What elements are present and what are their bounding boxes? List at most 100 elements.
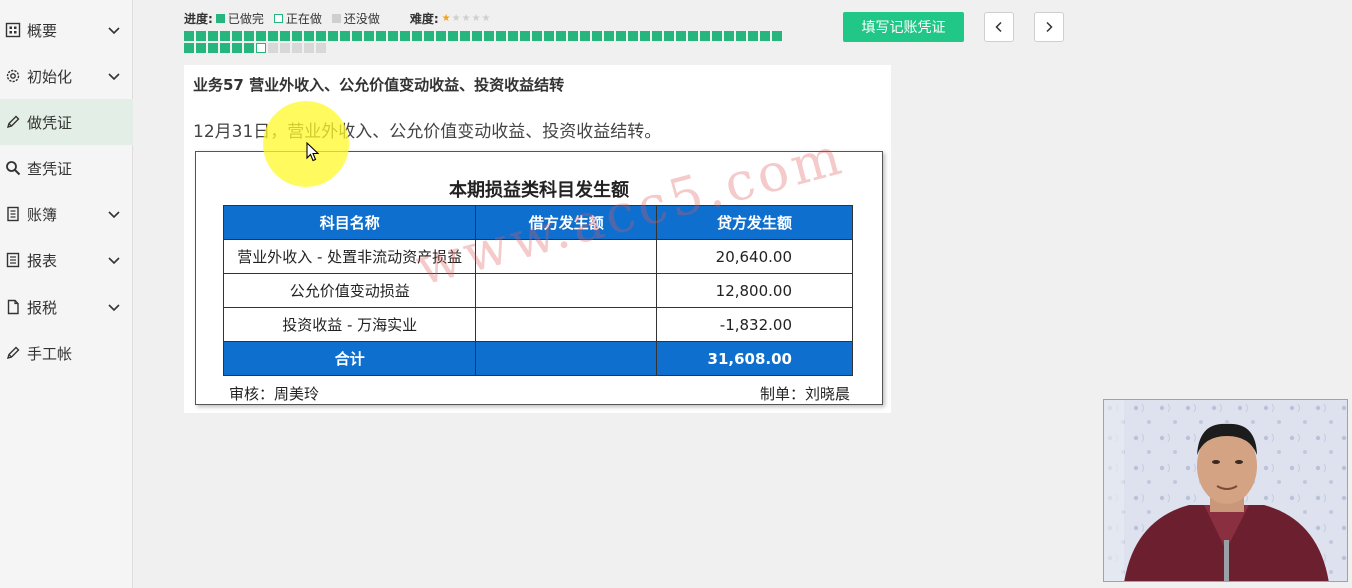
progress-cell-done[interactable] (568, 31, 578, 41)
progress-cell-todo[interactable] (268, 43, 278, 53)
reviewer-signature: 审核：周美玲 (229, 385, 320, 403)
task-card: 业务57 营业外收入、公允价值变动收益、投资收益结转 12月31日，营业外收入、… (184, 65, 891, 413)
difficulty-label: 难度: (409, 12, 439, 26)
progress-cell-done[interactable] (628, 31, 638, 41)
progress-cell-done[interactable] (400, 31, 410, 41)
progress-cell-done[interactable] (688, 31, 698, 41)
progress-cell-done[interactable] (292, 31, 302, 41)
progress-cell-done[interactable] (448, 31, 458, 41)
progress-cell-done[interactable] (496, 31, 506, 41)
progress-cell-done[interactable] (280, 31, 290, 41)
progress-cell-done[interactable] (436, 31, 446, 41)
progress-cell-done[interactable] (664, 31, 674, 41)
star-icon: ★ (471, 12, 481, 24)
progress-cell-done[interactable] (556, 31, 566, 41)
column-header: 科目名称 (222, 205, 477, 240)
progress-cell-done[interactable] (196, 31, 206, 41)
progress-cell-done[interactable] (652, 31, 662, 41)
progress-cell-done[interactable] (676, 31, 686, 41)
progress-cell-done[interactable] (412, 31, 422, 41)
progress-cell-done[interactable] (472, 31, 482, 41)
chevron-down-icon (108, 304, 120, 312)
sidebar-item-label: 报表 (27, 251, 58, 270)
credit-amount: 20,640.00 (656, 239, 853, 274)
progress-cell-done[interactable] (520, 31, 530, 41)
credit-amount: 12,800.00 (656, 273, 853, 308)
progress-cell-done[interactable] (460, 31, 470, 41)
ledger-table: 科目名称 借方发生额 贷方发生额 营业外收入 - 处置非流动资产损益 20,64… (222, 205, 853, 376)
task-title: 业务57 营业外收入、公允价值变动收益、投资收益结转 (193, 76, 565, 94)
progress-cell-done[interactable] (328, 31, 338, 41)
progress-cell-todo[interactable] (316, 43, 326, 53)
presenter-video-image (1104, 400, 1347, 581)
progress-cell-done[interactable] (268, 31, 278, 41)
progress-cell-done[interactable] (340, 31, 350, 41)
sidebar-item-ledger[interactable]: 账簿 (0, 191, 133, 237)
report-icon (5, 252, 21, 268)
grid-icon (5, 22, 21, 38)
progress-cell-done[interactable] (532, 31, 542, 41)
progress-cell-done[interactable] (184, 43, 194, 53)
sidebar-item-label: 初始化 (27, 67, 73, 86)
progress-cell-done[interactable] (736, 31, 746, 41)
progress-cell-done[interactable] (232, 31, 242, 41)
debit-amount (475, 307, 658, 342)
progress-cell-done[interactable] (772, 31, 782, 41)
progress-cell-done[interactable] (544, 31, 554, 41)
sidebar-item-make-voucher[interactable]: 做凭证 (0, 99, 133, 145)
progress-cell-done[interactable] (592, 31, 602, 41)
progress-cell-doing[interactable] (256, 43, 266, 53)
progress-cell-done[interactable] (232, 43, 242, 53)
progress-cell-done[interactable] (304, 31, 314, 41)
progress-cell-done[interactable] (424, 31, 434, 41)
progress-cell-done[interactable] (364, 31, 374, 41)
sidebar-item-overview[interactable]: 概要 (0, 7, 133, 53)
fill-voucher-button[interactable]: 填写记账凭证 (843, 12, 964, 42)
sidebar-item-init[interactable]: 初始化 (0, 53, 133, 99)
progress-cell-done[interactable] (484, 31, 494, 41)
progress-cell-done[interactable] (208, 43, 218, 53)
progress-cell-done[interactable] (712, 31, 722, 41)
progress-cell-done[interactable] (352, 31, 362, 41)
progress-cell-done[interactable] (244, 43, 254, 53)
progress-cell-done[interactable] (700, 31, 710, 41)
progress-cell-done[interactable] (640, 31, 650, 41)
progress-cell-done[interactable] (244, 31, 254, 41)
progress-cell-done[interactable] (724, 31, 734, 41)
progress-cell-todo[interactable] (304, 43, 314, 53)
progress-cell-done[interactable] (388, 31, 398, 41)
column-header: 借方发生额 (475, 205, 658, 240)
sidebar-item-query-voucher[interactable]: 查凭证 (0, 145, 133, 191)
progress-cell-done[interactable] (184, 31, 194, 41)
progress-cell-done[interactable] (220, 31, 230, 41)
progress-cell-todo[interactable] (280, 43, 290, 53)
star-icon: ★ (451, 12, 461, 24)
progress-cell-done[interactable] (316, 31, 326, 41)
progress-cell-todo[interactable] (292, 43, 302, 53)
task-description: 12月31日，营业外收入、公允价值变动收益、投资收益结转。 (193, 122, 662, 142)
total-debit (475, 341, 658, 376)
progress-cell-done[interactable] (604, 31, 614, 41)
progress-cell-done[interactable] (256, 31, 266, 41)
column-header: 贷方发生额 (656, 205, 853, 240)
done-swatch (215, 14, 225, 23)
prev-button[interactable] (984, 12, 1014, 42)
progress-cell-done[interactable] (616, 31, 626, 41)
document-icon (5, 299, 21, 315)
progress-cell-done[interactable] (760, 31, 770, 41)
next-button[interactable] (1034, 12, 1064, 42)
sidebar-item-reports[interactable]: 报表 (0, 237, 133, 283)
progress-cell-done[interactable] (748, 31, 758, 41)
progress-cell-done[interactable] (508, 31, 518, 41)
progress-cell-done[interactable] (376, 31, 386, 41)
progress-cell-done[interactable] (208, 31, 218, 41)
sidebar-item-tax[interactable]: 报税 (0, 284, 133, 330)
sidebar: 概要 初始化 做凭证 查凭证 账簿 报表 报税 手工帐 (0, 0, 133, 588)
chevron-down-icon (108, 27, 120, 35)
table-row: 投资收益 - 万海实业 -1,832.00 (222, 307, 853, 342)
account-name: 投资收益 - 万海实业 (222, 307, 477, 342)
sidebar-item-manual-ledger[interactable]: 手工帐 (0, 330, 133, 376)
progress-cell-done[interactable] (196, 43, 206, 53)
progress-cell-done[interactable] (220, 43, 230, 53)
progress-cell-done[interactable] (580, 31, 590, 41)
